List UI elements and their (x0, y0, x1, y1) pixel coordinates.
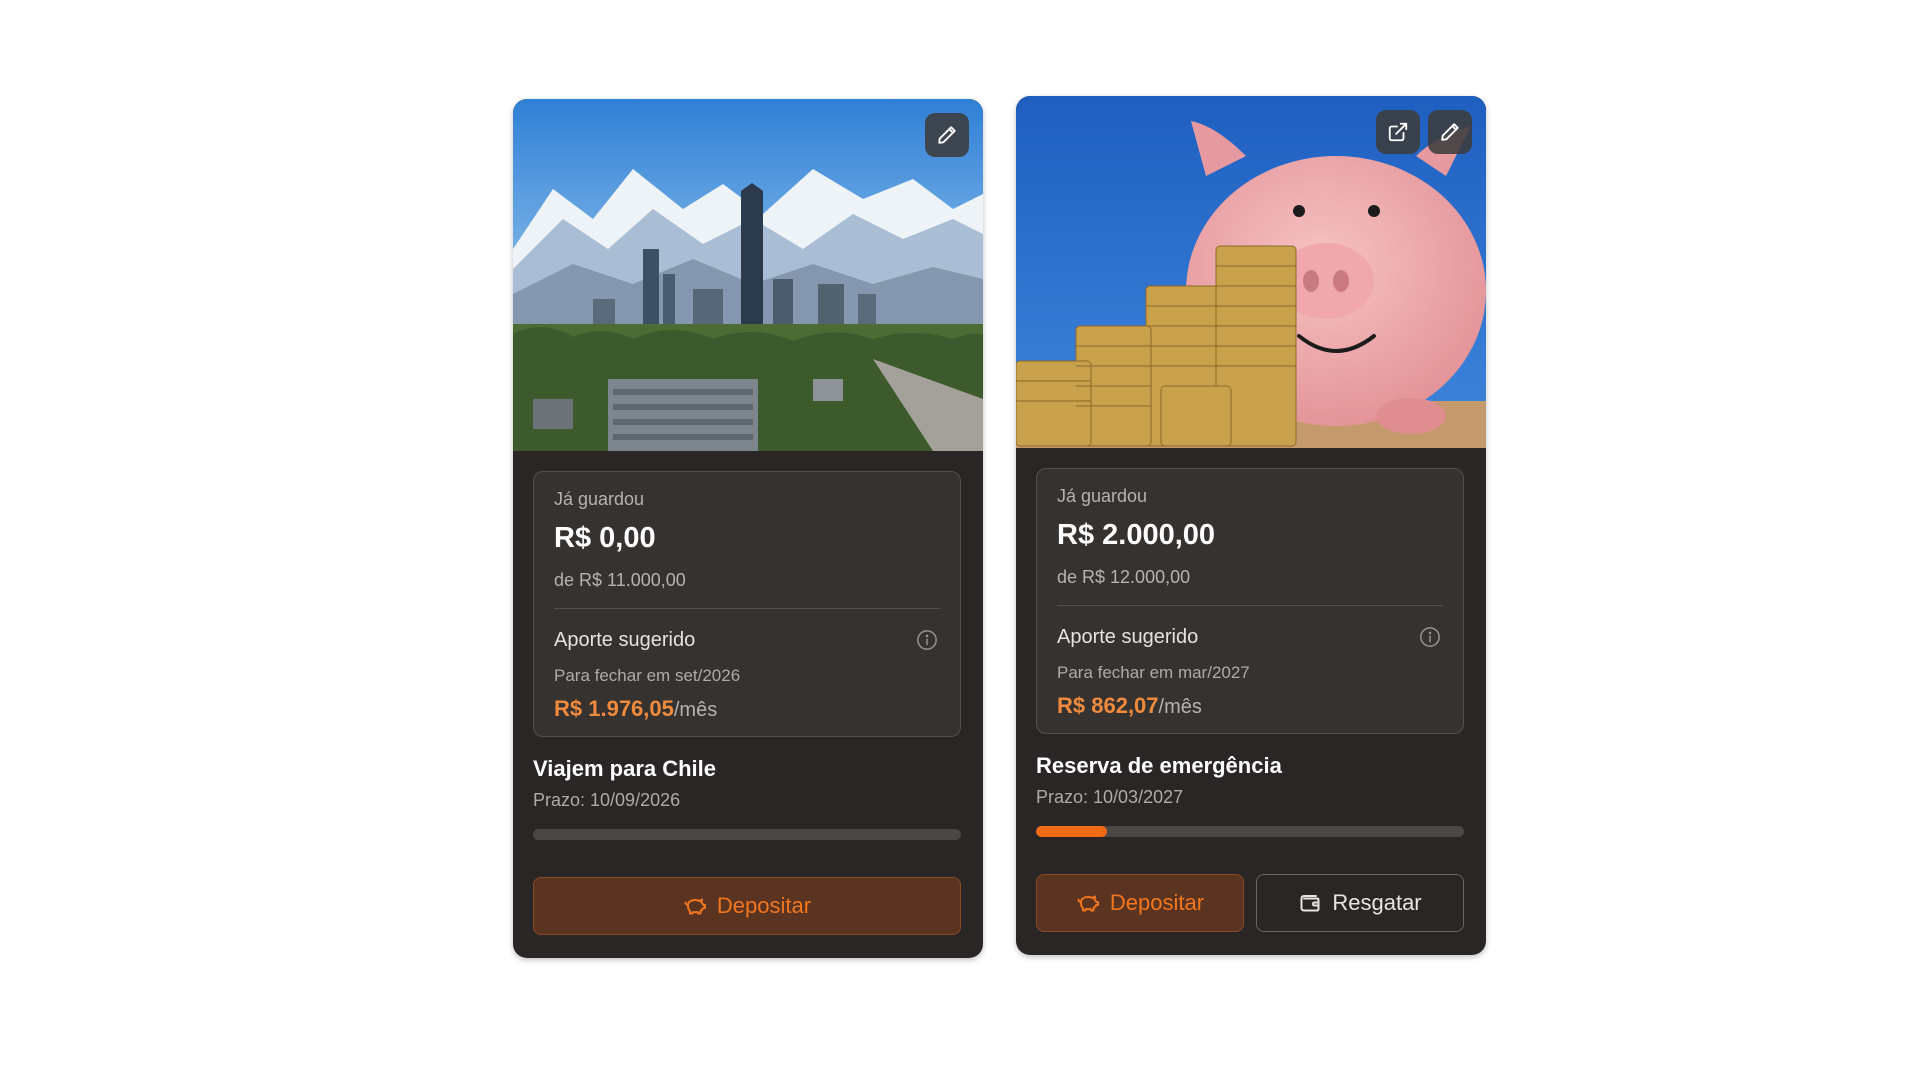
deposit-label: Depositar (716, 893, 812, 918)
goal-deadline: Prazo: 10/09/2026 (533, 790, 681, 810)
target-amount: de R$ 11.000,00 (554, 570, 686, 590)
saved-amount: R$ 2.000,00 (1057, 519, 1216, 551)
progress-fill (1036, 826, 1108, 837)
info-icon[interactable] (916, 629, 938, 651)
info-icon[interactable] (1419, 626, 1441, 648)
external-link-icon (1388, 122, 1408, 142)
saved-label: Já guardou (554, 489, 645, 509)
edit-button[interactable] (925, 113, 969, 157)
aporte-unit: /mês (673, 699, 718, 721)
wallet-icon (1300, 895, 1320, 912)
goal-title: Viajem para Chile (533, 756, 717, 781)
divider (554, 608, 940, 609)
redeem-label: Resgatar (1332, 890, 1422, 915)
goal-card-chile[interactable]: Já guardou R$ 0,00 de R$ 11.000,00 Aport… (513, 99, 983, 958)
target-amount: de R$ 12.000,00 (1057, 567, 1191, 587)
progress-bar (1036, 826, 1464, 837)
goal-photo-piggy-bank (1016, 96, 1486, 448)
deposit-label: Depositar (1109, 890, 1205, 915)
edit-icon (1441, 123, 1459, 141)
goal-photo-santiago (513, 99, 983, 451)
deposit-button[interactable]: Depositar (533, 877, 961, 935)
aporte-value: R$ 1.976,05 (554, 696, 674, 721)
goal-deadline: Prazo: 10/03/2027 (1036, 787, 1184, 807)
progress-bar (533, 829, 961, 840)
divider (1057, 605, 1443, 606)
deposit-button[interactable]: Depositar (1036, 874, 1244, 932)
close-date-label: Para fechar em set/2026 (554, 666, 741, 685)
aporte-label: Aporte sugerido (554, 629, 696, 651)
savings-summary: Já guardou R$ 0,00 de R$ 11.000,00 Aport… (533, 471, 961, 737)
saved-amount: R$ 0,00 (554, 522, 656, 554)
edit-button[interactable] (1428, 110, 1472, 154)
close-date-label: Para fechar em mar/2027 (1057, 663, 1250, 682)
edit-icon (938, 126, 956, 144)
aporte-line: R$ 1.976,05/mês (554, 696, 717, 722)
goal-card-reserva[interactable]: Já guardou R$ 2.000,00 de R$ 12.000,00 A… (1016, 96, 1486, 955)
saved-label: Já guardou (1057, 486, 1148, 506)
savings-summary: Já guardou R$ 2.000,00 de R$ 12.000,00 A… (1036, 468, 1464, 734)
aporte-value: R$ 862,07 (1057, 693, 1159, 718)
piggy-bank-icon (1077, 895, 1099, 912)
goal-title: Reserva de emergência (1036, 753, 1282, 778)
open-external-button[interactable] (1376, 110, 1420, 154)
aporte-line: R$ 862,07/mês (1057, 693, 1202, 719)
aporte-label: Aporte sugerido (1057, 626, 1199, 648)
piggy-bank-icon (684, 898, 706, 915)
redeem-button[interactable]: Resgatar (1256, 874, 1464, 932)
aporte-unit: /mês (1158, 696, 1202, 718)
